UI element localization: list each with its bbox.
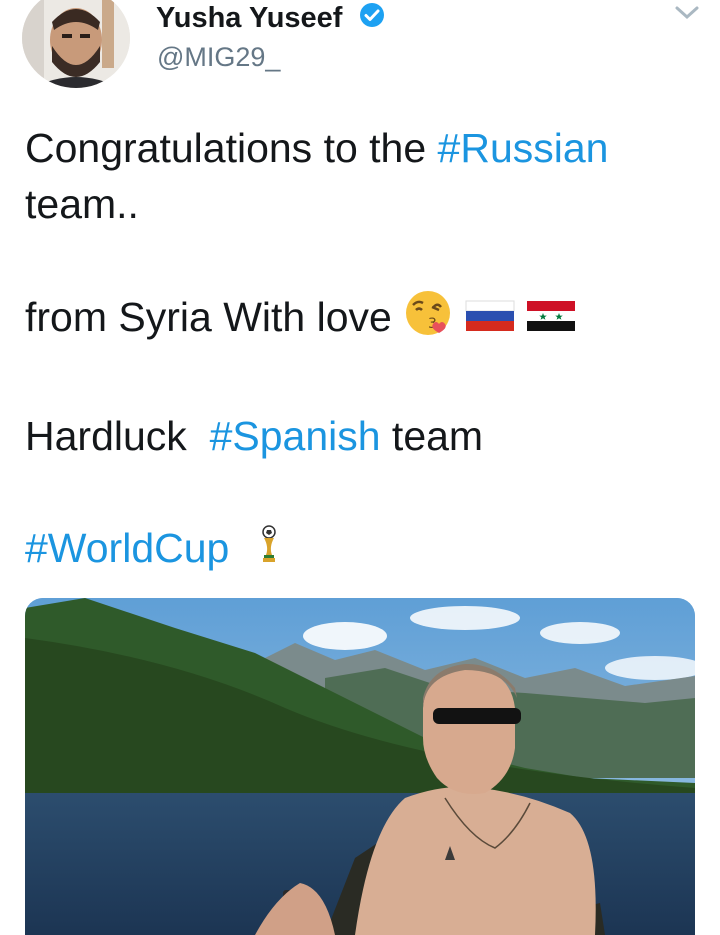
photo-image [25,598,695,935]
tweet-text: Congratulations to the #Russian team.. f… [25,120,695,579]
russia-flag-emoji [465,292,515,348]
avatar-image [22,0,130,88]
verified-badge-icon [359,1,385,37]
tweet-paragraph-4: #WorldCup [25,520,695,579]
face-blowing-kiss-emoji: 3 [403,288,453,352]
tweet-text-segment: from Syria With love [25,293,392,340]
tweet-text-segment: Hardluck [25,413,210,459]
avatar[interactable] [22,0,130,88]
tweet-text-segment: team.. [25,181,139,227]
hashtag-russian-link[interactable]: #Russian [438,125,609,171]
syria-flag-emoji [526,292,576,348]
tweet-media-photo[interactable] [25,598,695,935]
tweet-paragraph-3: Hardluck #Spanish team [25,408,695,464]
tweet-text-segment: team [380,413,484,459]
display-name-text[interactable]: Yusha Yuseef [156,2,342,34]
hashtag-worldcup-link[interactable]: #WorldCup [25,525,229,571]
chevron-down-icon[interactable] [674,4,700,22]
display-name[interactable]: Yusha Yuseef [156,0,385,37]
world-cup-trophy-emoji [259,523,279,579]
tweet-text-segment: Congratulations to the [25,125,438,171]
hashtag-spanish-link[interactable]: #Spanish [210,413,381,459]
tweet-paragraph-1: Congratulations to the #Russian team.. [25,120,695,232]
tweet-paragraph-2: from Syria With love 3 [25,288,695,352]
user-handle[interactable]: @MIG29_ [157,42,280,73]
